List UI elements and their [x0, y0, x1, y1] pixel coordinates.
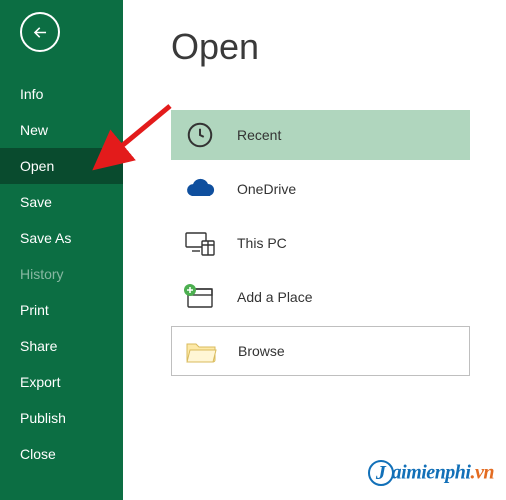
back-arrow-icon — [31, 23, 50, 42]
sidebar-item-save[interactable]: Save — [0, 184, 123, 220]
option-label: Browse — [238, 343, 285, 359]
cloud-icon — [183, 172, 217, 206]
option-label: This PC — [237, 235, 287, 251]
folder-icon — [184, 334, 218, 368]
sidebar-item-new[interactable]: New — [0, 112, 123, 148]
backstage-sidebar: Info New Open Save Save As History Print… — [0, 0, 123, 500]
sidebar-item-open[interactable]: Open — [0, 148, 123, 184]
option-recent[interactable]: Recent — [171, 110, 470, 160]
option-label: Recent — [237, 127, 281, 143]
option-onedrive[interactable]: OneDrive — [171, 164, 470, 214]
option-label: Add a Place — [237, 289, 313, 305]
sidebar-item-publish[interactable]: Publish — [0, 400, 123, 436]
page-title: Open — [171, 26, 470, 68]
watermark: Jaimienphi.vn — [368, 460, 494, 486]
option-add-place[interactable]: Add a Place — [171, 272, 470, 322]
this-pc-icon — [183, 226, 217, 260]
add-place-icon — [183, 280, 217, 314]
sidebar-item-print[interactable]: Print — [0, 292, 123, 328]
sidebar-item-export[interactable]: Export — [0, 364, 123, 400]
sidebar-item-close[interactable]: Close — [0, 436, 123, 472]
sidebar-item-info[interactable]: Info — [0, 76, 123, 112]
sidebar-item-save-as[interactable]: Save As — [0, 220, 123, 256]
option-this-pc[interactable]: This PC — [171, 218, 470, 268]
sidebar-item-share[interactable]: Share — [0, 328, 123, 364]
back-button[interactable] — [20, 12, 60, 52]
option-label: OneDrive — [237, 181, 296, 197]
clock-icon — [183, 118, 217, 152]
main-panel: Open Recent OneDrive — [123, 0, 506, 500]
option-browse[interactable]: Browse — [171, 326, 470, 376]
sidebar-item-history: History — [0, 256, 123, 292]
